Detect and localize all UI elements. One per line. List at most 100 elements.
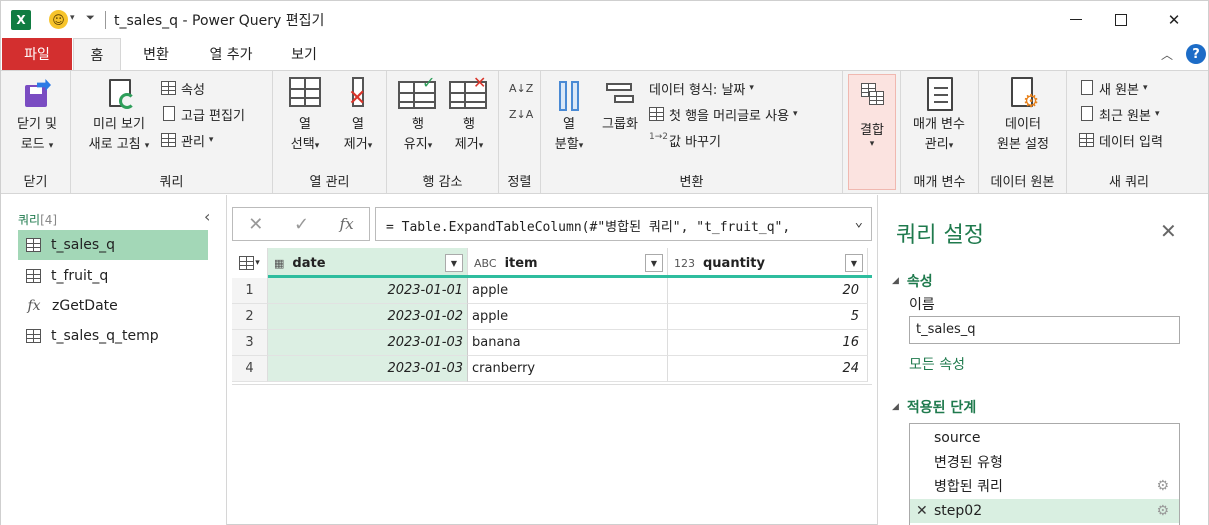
ribbon-tabs: 파일 홈 변환 열 추가 보기 [1, 38, 1208, 71]
applied-step[interactable]: 병합된 쿼리 ⚙ [910, 474, 1179, 498]
row-number: 1 [232, 278, 268, 304]
tab-view[interactable]: 보기 [276, 38, 332, 70]
query-item[interactable]: t_sales_q_temp [18, 321, 208, 351]
cell-date[interactable]: 2023-01-03 [268, 356, 468, 382]
advanced-editor-button[interactable]: 고급 편집기 [161, 103, 245, 125]
query-name: t_sales_q [51, 237, 116, 253]
delete-step-icon[interactable]: ✕ [916, 503, 928, 519]
sort-descending-button[interactable]: Z↓A [509, 103, 533, 125]
cell-quantity[interactable]: 5 [668, 304, 868, 330]
close-window-button[interactable]: ✕ [1151, 1, 1197, 38]
group-label-parameters: 매개 변수 [913, 175, 966, 190]
group-new-query: 새 원본 ▾ 최근 원본 ▾ 데이터 입력 새 쿼리 [1067, 71, 1191, 193]
properties-section-header[interactable]: ◢ 속성 [892, 271, 933, 291]
remove-columns-button[interactable]: ✕ 열 제거▾ [333, 77, 383, 156]
data-type-button[interactable]: 데이터 형식: 날짜 ▾ [649, 77, 754, 99]
name-label: 이름 [909, 297, 935, 313]
data-source-settings-button[interactable]: ⚙ 데이터 원본 설정 [983, 77, 1063, 155]
refresh-icon [103, 77, 135, 111]
group-label-sort: 정렬 [507, 175, 532, 190]
data-type-label: 데이터 형식: 날짜 [649, 82, 746, 98]
manage-parameters-button[interactable]: 매개 변수 관리▾ [903, 77, 975, 156]
properties-label: 속성 [181, 82, 205, 98]
step-settings-gear-icon[interactable]: ⚙ [1156, 503, 1169, 519]
advanced-editor-icon [161, 106, 177, 122]
collapse-ribbon-icon[interactable]: ︿ [1161, 46, 1173, 63]
feedback-dropdown-icon[interactable]: ▾ [70, 13, 75, 23]
replace-values-button[interactable]: 1→2 값 바꾸기 [649, 129, 721, 151]
step-name: 변경된 유형 [934, 455, 1003, 471]
smiley-feedback-icon[interactable]: ☺ [49, 10, 68, 29]
applied-steps-section-header[interactable]: ◢ 적용된 단계 [892, 397, 976, 417]
combine-button[interactable]: 결합 ▾ [848, 74, 896, 190]
properties-button[interactable]: 속성 [161, 77, 205, 99]
sort-ascending-button[interactable]: A↓Z [509, 77, 533, 99]
group-label-data-source: 데이터 원본 [990, 175, 1055, 190]
applied-step[interactable]: ✕ step02 ⚙ [910, 499, 1179, 523]
section-collapse-icon: ◢ [892, 276, 899, 286]
recent-sources-button[interactable]: 최근 원본 ▾ [1079, 103, 1160, 125]
formula-input[interactable]: = Table.ExpandTableColumn(#"병합된 쿼리", "t_… [375, 207, 872, 241]
step-settings-gear-icon[interactable]: ⚙ [1156, 478, 1169, 494]
choose-columns-button[interactable]: 열 선택▾ [281, 77, 329, 156]
applied-step[interactable]: source [910, 426, 1179, 450]
enter-data-button[interactable]: 데이터 입력 [1079, 129, 1163, 151]
collapse-pane-icon[interactable]: ‹ [204, 207, 210, 226]
group-label-reduce-rows: 행 감소 [422, 175, 463, 190]
cell-date[interactable]: 2023-01-02 [268, 304, 468, 330]
replace-values-icon: 1→2 [649, 132, 668, 142]
excel-logo-icon: X [11, 10, 31, 30]
refresh-preview-button[interactable]: 미리 보기 새로 고침 ▾ [79, 77, 159, 156]
new-source-button[interactable]: 새 원본 ▾ [1079, 77, 1148, 99]
close-and-load-button[interactable]: 닫기 및 로드 ▾ [6, 77, 68, 156]
first-row-header-button[interactable]: 첫 행을 머리글로 사용 ▾ [649, 103, 798, 125]
choose-columns-label-1: 열 [299, 117, 311, 132]
cell-quantity[interactable]: 20 [668, 278, 868, 304]
quick-access-customize-icon[interactable]: ⏷ [86, 11, 95, 25]
help-icon[interactable]: ? [1186, 44, 1206, 64]
cancel-icon[interactable]: ✕ [248, 214, 263, 235]
applied-steps-label: 적용된 단계 [906, 400, 977, 416]
cell-item[interactable]: apple [468, 304, 668, 330]
filter-dropdown-icon[interactable]: ▼ [845, 254, 863, 272]
applied-step[interactable]: 변경된 유형 [910, 450, 1179, 474]
cell-item[interactable]: apple [468, 278, 668, 304]
table-menu-button[interactable]: ▾ [232, 248, 268, 278]
text-type-icon: ABC [474, 256, 497, 270]
remove-rows-button[interactable]: ✕ 행 제거▾ [443, 73, 495, 156]
filter-dropdown-icon[interactable]: ▼ [445, 254, 463, 272]
expand-formula-icon[interactable]: ⌄ [854, 214, 863, 230]
cell-item[interactable]: banana [468, 330, 668, 356]
fx-icon[interactable]: fx [340, 215, 354, 233]
group-reduce-rows: ✓ 행 유지▾ ✕ 행 제거▾ 행 감소 [387, 71, 499, 193]
cell-item[interactable]: cranberry [468, 356, 668, 382]
column-header-quantity[interactable]: 123 quantity ▼ [668, 248, 868, 278]
tab-add-column[interactable]: 열 추가 [193, 38, 269, 70]
maximize-button[interactable] [1098, 1, 1144, 38]
close-settings-icon[interactable]: ✕ [1160, 219, 1177, 243]
tab-file[interactable]: 파일 [2, 38, 72, 70]
tab-home[interactable]: 홈 [73, 38, 121, 71]
column-header-item[interactable]: ABC item ▼ [468, 248, 668, 278]
query-item[interactable]: t_sales_q [18, 230, 208, 260]
group-label-close: 닫기 [23, 175, 48, 190]
row-number: 3 [232, 330, 268, 356]
manage-button[interactable]: 관리 ▾ [161, 129, 213, 151]
all-properties-link[interactable]: 모든 속성 [909, 354, 965, 374]
filter-dropdown-icon[interactable]: ▼ [645, 254, 663, 272]
step-name: 병합된 쿼리 [934, 479, 1003, 495]
column-header-date[interactable]: ▦ date ▼ [268, 248, 468, 278]
split-column-button[interactable]: 열 분할▾ [545, 77, 593, 156]
query-name-input[interactable]: t_sales_q [909, 316, 1180, 344]
cell-quantity[interactable]: 24 [668, 356, 868, 382]
query-item[interactable]: t_fruit_q [18, 261, 208, 291]
cell-date[interactable]: 2023-01-03 [268, 330, 468, 356]
query-item[interactable]: fx zGetDate [18, 291, 208, 321]
minimize-button[interactable] [1053, 1, 1099, 38]
cell-quantity[interactable]: 16 [668, 330, 868, 356]
confirm-icon[interactable]: ✓ [294, 214, 309, 235]
group-by-button[interactable]: 그룹화 [595, 77, 645, 135]
cell-date[interactable]: 2023-01-01 [268, 278, 468, 304]
tab-transform[interactable]: 변환 [125, 38, 187, 70]
keep-rows-button[interactable]: ✓ 행 유지▾ [393, 73, 443, 156]
